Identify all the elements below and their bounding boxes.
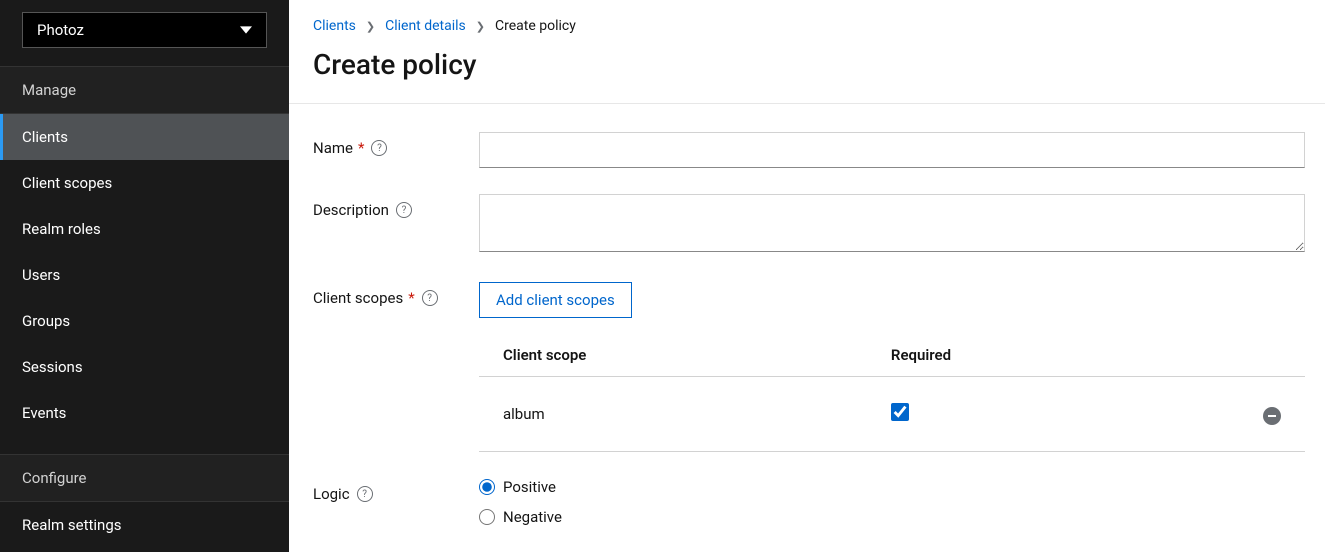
sidebar: Photoz Manage Clients Client scopes Real… — [0, 0, 289, 552]
sidebar-item-label: Realm settings — [22, 516, 122, 534]
logic-option-positive: Positive — [479, 478, 1305, 496]
sidebar-item-users[interactable]: Users — [0, 252, 289, 298]
page-title: Create policy — [313, 48, 1305, 81]
logic-radio-label: Negative — [503, 508, 562, 526]
sidebar-item-realm-settings[interactable]: Realm settings — [0, 502, 289, 548]
caret-down-icon — [240, 24, 252, 36]
client-scopes-label: Client scopes * ? — [313, 289, 438, 307]
sidebar-item-realm-roles[interactable]: Realm roles — [0, 206, 289, 252]
sidebar-item-clients[interactable]: Clients — [0, 114, 289, 160]
sidebar-item-label: Groups — [22, 312, 70, 330]
sidebar-item-label: Client scopes — [22, 174, 112, 192]
form-row-name: Name * ? — [313, 132, 1305, 168]
logic-label: Logic ? — [313, 485, 373, 503]
sidebar-item-label: Realm roles — [22, 220, 101, 238]
help-icon[interactable]: ? — [396, 202, 412, 218]
sidebar-item-events[interactable]: Events — [0, 390, 289, 436]
action-cell — [1136, 377, 1305, 452]
help-icon[interactable]: ? — [371, 140, 387, 156]
name-label: Name * ? — [313, 139, 387, 157]
logic-radio-positive[interactable] — [479, 479, 495, 495]
help-icon[interactable]: ? — [357, 486, 373, 502]
realm-selector-label: Photoz — [37, 21, 84, 39]
sidebar-section-configure: Configure — [0, 454, 289, 502]
main-content: Clients ❯ Client details ❯ Create policy… — [289, 0, 1325, 552]
remove-scope-button[interactable] — [1263, 407, 1281, 425]
description-input[interactable] — [479, 194, 1305, 252]
form-row-description: Description ? — [313, 194, 1305, 256]
chevron-right-icon: ❯ — [476, 20, 485, 33]
sidebar-item-label: Clients — [22, 128, 68, 146]
sidebar-item-groups[interactable]: Groups — [0, 298, 289, 344]
client-scopes-table: Client scope Required album — [479, 334, 1305, 452]
form-row-client-scopes: Client scopes * ? Add client scopes Clie… — [313, 282, 1305, 452]
required-checkbox[interactable] — [891, 403, 909, 421]
help-icon[interactable]: ? — [422, 290, 438, 306]
breadcrumb-clients[interactable]: Clients — [313, 18, 356, 34]
sidebar-item-label: Events — [22, 404, 66, 422]
breadcrumb: Clients ❯ Client details ❯ Create policy — [313, 18, 1305, 34]
logic-radio-negative[interactable] — [479, 509, 495, 525]
table-row: album — [479, 377, 1305, 452]
sidebar-item-sessions[interactable]: Sessions — [0, 344, 289, 390]
table-header-actions — [1136, 334, 1305, 377]
breadcrumb-current: Create policy — [495, 18, 576, 34]
add-client-scopes-button[interactable]: Add client scopes — [479, 282, 632, 318]
description-label: Description ? — [313, 201, 412, 219]
scope-cell: album — [479, 377, 887, 452]
sidebar-item-client-scopes[interactable]: Client scopes — [0, 160, 289, 206]
table-header-required: Required — [887, 334, 1137, 377]
required-indicator: * — [408, 289, 414, 307]
sidebar-section-manage: Manage — [0, 66, 289, 114]
required-indicator: * — [358, 139, 364, 157]
logic-option-negative: Negative — [479, 508, 1305, 526]
sidebar-item-label: Sessions — [22, 358, 83, 376]
required-cell — [887, 377, 1137, 452]
sidebar-item-label: Users — [22, 266, 60, 284]
table-header-scope: Client scope — [479, 334, 887, 377]
name-input[interactable] — [479, 132, 1305, 168]
breadcrumb-client-details[interactable]: Client details — [385, 18, 466, 34]
divider — [289, 103, 1325, 104]
chevron-right-icon: ❯ — [366, 20, 375, 33]
form-row-logic: Logic ? Positive Negative — [313, 478, 1305, 538]
realm-selector[interactable]: Photoz — [22, 12, 267, 48]
logic-radio-label: Positive — [503, 478, 556, 496]
